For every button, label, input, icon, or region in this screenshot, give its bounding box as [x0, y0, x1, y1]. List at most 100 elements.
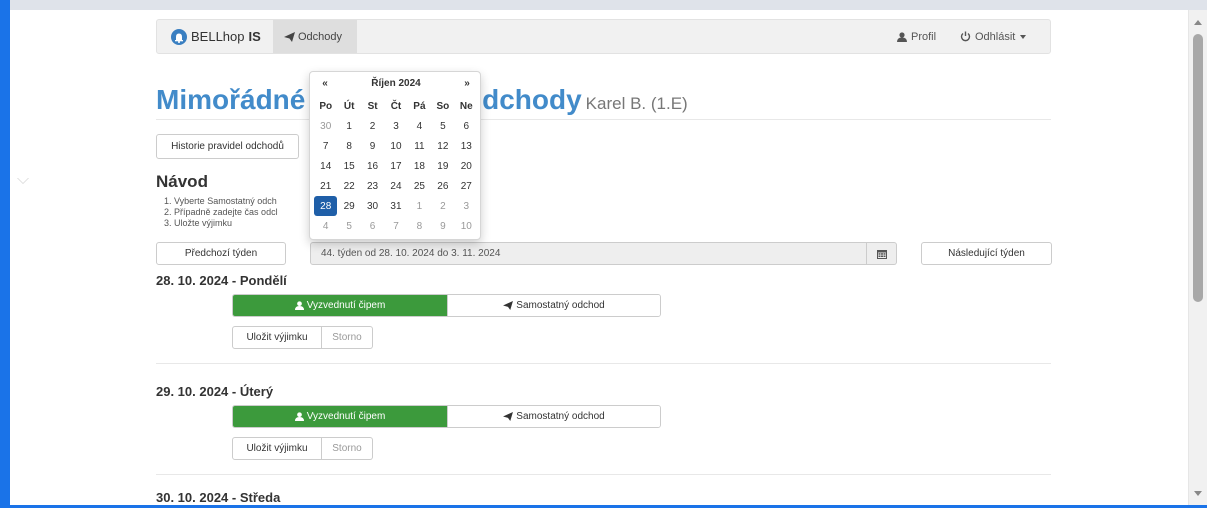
- send-icon: [284, 31, 295, 42]
- datepicker-day[interactable]: 3: [455, 196, 478, 216]
- day-heading: 29. 10. 2024 - Úterý: [156, 384, 274, 399]
- storno-button[interactable]: Storno: [322, 326, 373, 349]
- datepicker-day[interactable]: 13: [455, 136, 478, 156]
- datepicker-prev-button[interactable]: «: [314, 78, 336, 94]
- datepicker-day[interactable]: 5: [337, 216, 360, 236]
- independent-departure-option[interactable]: Samostatný odchod: [447, 406, 660, 427]
- logout-label: Odhlásit: [975, 30, 1016, 43]
- datepicker-weekday: St: [367, 100, 378, 112]
- datepicker-day[interactable]: 30: [314, 116, 337, 136]
- datepicker-day[interactable]: 20: [455, 156, 478, 176]
- datepicker-day[interactable]: 11: [408, 136, 431, 156]
- datepicker-day[interactable]: 1: [337, 116, 360, 136]
- nav-item-odchody[interactable]: Odchody: [273, 20, 357, 53]
- profile-link[interactable]: Profil: [897, 20, 936, 53]
- chip-pickup-option[interactable]: Vyzvednutí čipem: [233, 406, 447, 427]
- datepicker-day[interactable]: 12: [431, 136, 454, 156]
- datepicker-day[interactable]: 21: [314, 176, 337, 196]
- brand-link[interactable]: BELLhop IS: [171, 20, 261, 53]
- action-buttons: Uložit výjimku Storno: [232, 437, 373, 460]
- datepicker-day[interactable]: 15: [337, 156, 360, 176]
- datepicker-day[interactable]: 23: [361, 176, 384, 196]
- datepicker-day[interactable]: 2: [361, 116, 384, 136]
- datepicker-day[interactable]: 19: [431, 156, 454, 176]
- scrollbar-thumb[interactable]: [1193, 34, 1203, 302]
- datepicker-day[interactable]: 4: [314, 216, 337, 236]
- datepicker-grid: Po Út St Čt Pá So Ne 30 1 2 3 4 5 6 7 8 9 10 11 12 13 14 15 16 1…: [314, 96, 478, 236]
- save-exception-button[interactable]: Uložit výjimku: [232, 326, 322, 349]
- scroll-up-arrow-icon[interactable]: [1194, 20, 1202, 25]
- datepicker-day[interactable]: 9: [431, 216, 454, 236]
- datepicker-day[interactable]: 8: [337, 136, 360, 156]
- datepicker-day[interactable]: 25: [408, 176, 431, 196]
- send-icon: [503, 412, 514, 421]
- datepicker-day[interactable]: 29: [337, 196, 360, 216]
- datepicker-day[interactable]: 10: [455, 216, 478, 236]
- navod-item: 3. Uložte výjimku: [164, 218, 233, 228]
- datepicker-day[interactable]: 17: [384, 156, 407, 176]
- datepicker-day[interactable]: 26: [431, 176, 454, 196]
- datepicker-pointer-inner: [18, 178, 28, 183]
- top-navbar: BELLhop IS Odchody Profil Odhlásit: [156, 19, 1051, 54]
- calendar-icon: [876, 249, 887, 259]
- datepicker-day[interactable]: 8: [408, 216, 431, 236]
- storno-button[interactable]: Storno: [322, 437, 373, 460]
- chip-pickup-option[interactable]: Vyzvednutí čipem: [233, 295, 447, 316]
- datepicker-day[interactable]: 7: [314, 136, 337, 156]
- datepicker-weekday: So: [436, 100, 450, 112]
- datepicker-day[interactable]: 2: [431, 196, 454, 216]
- send-icon: [503, 301, 514, 310]
- day-heading: 30. 10. 2024 - Středa: [156, 490, 281, 505]
- history-button[interactable]: Historie pravidel odchodů: [156, 134, 299, 159]
- logout-dropdown[interactable]: Odhlásit: [960, 20, 1027, 53]
- save-exception-button[interactable]: Uložit výjimku: [232, 437, 322, 460]
- datepicker-next-button[interactable]: »: [456, 78, 478, 94]
- datepicker-day[interactable]: 1: [408, 196, 431, 216]
- datepicker-weekday: Čt: [390, 100, 402, 112]
- user-icon: [294, 412, 304, 421]
- datepicker-day[interactable]: 7: [384, 216, 407, 236]
- datepicker-day[interactable]: 31: [384, 196, 407, 216]
- chip-pickup-label: Vyzvednutí čipem: [306, 411, 386, 422]
- calendar-button[interactable]: [867, 242, 897, 265]
- profile-label: Profil: [911, 30, 937, 43]
- browser-toolbar: [0, 0, 1207, 10]
- navod-item: 1. Vyberte Samostatný odch: [164, 196, 277, 206]
- datepicker-day[interactable]: 6: [455, 116, 478, 136]
- datepicker-day[interactable]: 5: [431, 116, 454, 136]
- datepicker-day[interactable]: 24: [384, 176, 407, 196]
- page-scrollbar[interactable]: [1188, 10, 1207, 505]
- datepicker-day[interactable]: 27: [455, 176, 478, 196]
- page-title-part2: odchody Karel B. (1.E): [465, 84, 688, 116]
- chip-pickup-label: Vyzvednutí čipem: [306, 300, 386, 311]
- power-icon: [960, 31, 971, 42]
- navod-item: 2. Případně zadejte čas odcl: [164, 207, 278, 217]
- datepicker-day[interactable]: 4: [408, 116, 431, 136]
- datepicker-day[interactable]: 3: [384, 116, 407, 136]
- datepicker-month-label[interactable]: Říjen 2024: [336, 78, 456, 94]
- next-week-button[interactable]: Následující týden: [921, 242, 1052, 265]
- day-heading: 28. 10. 2024 - Pondělí: [156, 273, 287, 288]
- datepicker-day[interactable]: 30: [361, 196, 384, 216]
- caret-down-icon: [1020, 34, 1027, 39]
- week-range-input[interactable]: 44. týden od 28. 10. 2024 do 3. 11. 2024: [310, 242, 867, 265]
- datepicker-weekday: Út: [343, 100, 355, 112]
- datepicker-day[interactable]: 14: [314, 156, 337, 176]
- day-block: 29. 10. 2024 - Úterý Vyzvednutí čipem Sa…: [156, 384, 1051, 479]
- datepicker-day[interactable]: 10: [384, 136, 407, 156]
- datepicker-day[interactable]: 18: [408, 156, 431, 176]
- independent-departure-option[interactable]: Samostatný odchod: [447, 295, 660, 316]
- datepicker-day[interactable]: 6: [361, 216, 384, 236]
- datepicker-day[interactable]: 22: [337, 176, 360, 196]
- datepicker-day-selected[interactable]: 28: [314, 196, 338, 216]
- user-icon: [897, 31, 907, 42]
- departure-toggle: Vyzvednutí čipem Samostatný odchod: [232, 405, 661, 428]
- prev-week-button[interactable]: Předchozí týden: [156, 242, 286, 265]
- datepicker-day[interactable]: 16: [361, 156, 384, 176]
- action-buttons: Uložit výjimku Storno: [232, 326, 373, 349]
- day-block: 28. 10. 2024 - Pondělí Vyzvednutí čipem …: [156, 273, 1051, 368]
- page-content: BELLhop IS Odchody Profil Odhlásit Mimoř…: [10, 10, 1188, 505]
- independent-departure-label: Samostatný odchod: [516, 300, 605, 311]
- datepicker-day[interactable]: 9: [361, 136, 384, 156]
- scroll-down-arrow-icon[interactable]: [1194, 491, 1202, 496]
